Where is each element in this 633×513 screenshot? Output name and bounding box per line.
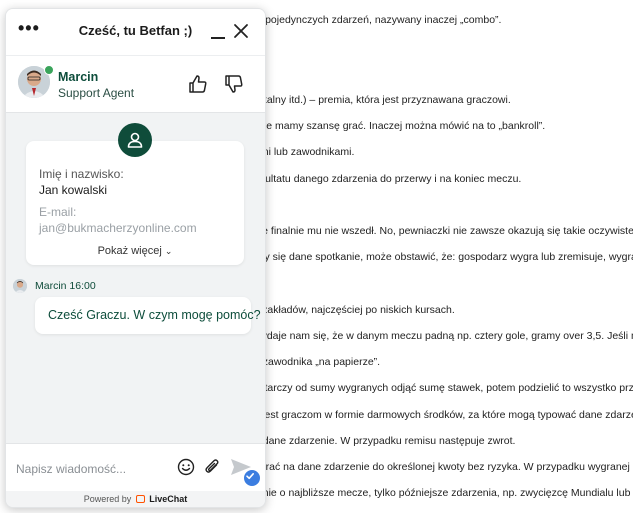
online-status-dot xyxy=(44,65,54,75)
article-line: a dane zdarzenie. W przypadku remisu nas… xyxy=(254,435,516,447)
agent-message-bubble: Cześć Graczu. W czym mogę pomóc? xyxy=(35,297,261,334)
close-icon[interactable] xyxy=(232,22,250,40)
visitor-info-card: Imię i nazwisko: Jan kowalski E-mail: ja… xyxy=(26,141,244,265)
article-line: ale finalnie mu nie wszedł. No, pewniacz… xyxy=(254,225,633,237)
message-author-time: Marcin 16:00 xyxy=(35,280,96,292)
article-line: agrać na dane zdarzenie do określonej kw… xyxy=(254,461,633,473)
article-line: ami lub zawodnikami. xyxy=(254,146,355,158)
message-composer xyxy=(6,443,265,491)
message-input[interactable] xyxy=(14,457,168,481)
article-line: ezultatu danego zdarzenia do przerwy i n… xyxy=(254,173,522,185)
article-line: czy się dane spotkanie, może obstawić, ż… xyxy=(254,251,633,263)
user-icon xyxy=(118,123,152,157)
powered-by-label: Powered by xyxy=(83,494,132,504)
emoji-icon[interactable] xyxy=(177,458,195,476)
article-line: g nie o najbliższe mecze, tylko późniejs… xyxy=(254,487,633,499)
agent-mini-avatar xyxy=(13,279,27,293)
article-line: wydaje nam się, że w danym meczu padną n… xyxy=(254,330,633,342)
name-label: Imię i nazwisko: xyxy=(39,167,124,181)
message-meta: Marcin 16:00 xyxy=(13,278,96,294)
email-value: jan@bukmacherzyonline.com xyxy=(39,221,197,235)
article-line: ć zakładów, najczęściej po niskich kursa… xyxy=(254,304,455,316)
chat-header: ••• Cześć, tu Betfan ;) xyxy=(6,9,265,55)
minimize-icon[interactable] xyxy=(210,23,226,41)
powered-by-footer[interactable]: Powered by LiveChat xyxy=(6,491,265,507)
chevron-down-icon: ⌄ xyxy=(164,246,173,256)
chat-widget: ••• Cześć, tu Betfan ;) Marcin Support A… xyxy=(5,8,266,508)
article-line: tóre mamy szansę grać. Inaczej można mów… xyxy=(254,120,546,132)
name-value: Jan kowalski xyxy=(39,183,108,197)
attachment-icon[interactable] xyxy=(203,457,221,477)
livechat-brand: LiveChat xyxy=(149,494,188,504)
article-line: ystarczy od sumy wygranych odjąć sumę st… xyxy=(254,382,633,394)
chat-title: Cześć, tu Betfan ;) xyxy=(78,23,193,38)
article-line: y jest graczom w formie darmowych środkó… xyxy=(254,409,633,421)
article-line: witalny itd.) – premia, która jest przyz… xyxy=(254,94,511,106)
agent-bar: Marcin Support Agent xyxy=(6,55,265,113)
show-more-label: Pokaż więcej xyxy=(97,245,162,257)
show-more-button[interactable]: Pokaż więcej ⌄ xyxy=(26,245,244,257)
thumbs-up-icon[interactable] xyxy=(188,74,208,94)
email-label: E-mail: xyxy=(39,205,77,219)
livechat-logo-icon xyxy=(136,495,146,503)
article-line: o zawodnika „na papierze”. xyxy=(254,356,381,368)
article-line: le pojedynczych zdarzeń, nazywany inacze… xyxy=(254,14,502,26)
check-badge-icon xyxy=(242,468,262,488)
thumbs-down-icon[interactable] xyxy=(224,74,244,94)
message-list[interactable]: Imię i nazwisko: Jan kowalski E-mail: ja… xyxy=(6,113,265,443)
agent-name: Marcin xyxy=(58,70,99,84)
agent-role: Support Agent xyxy=(58,86,135,100)
